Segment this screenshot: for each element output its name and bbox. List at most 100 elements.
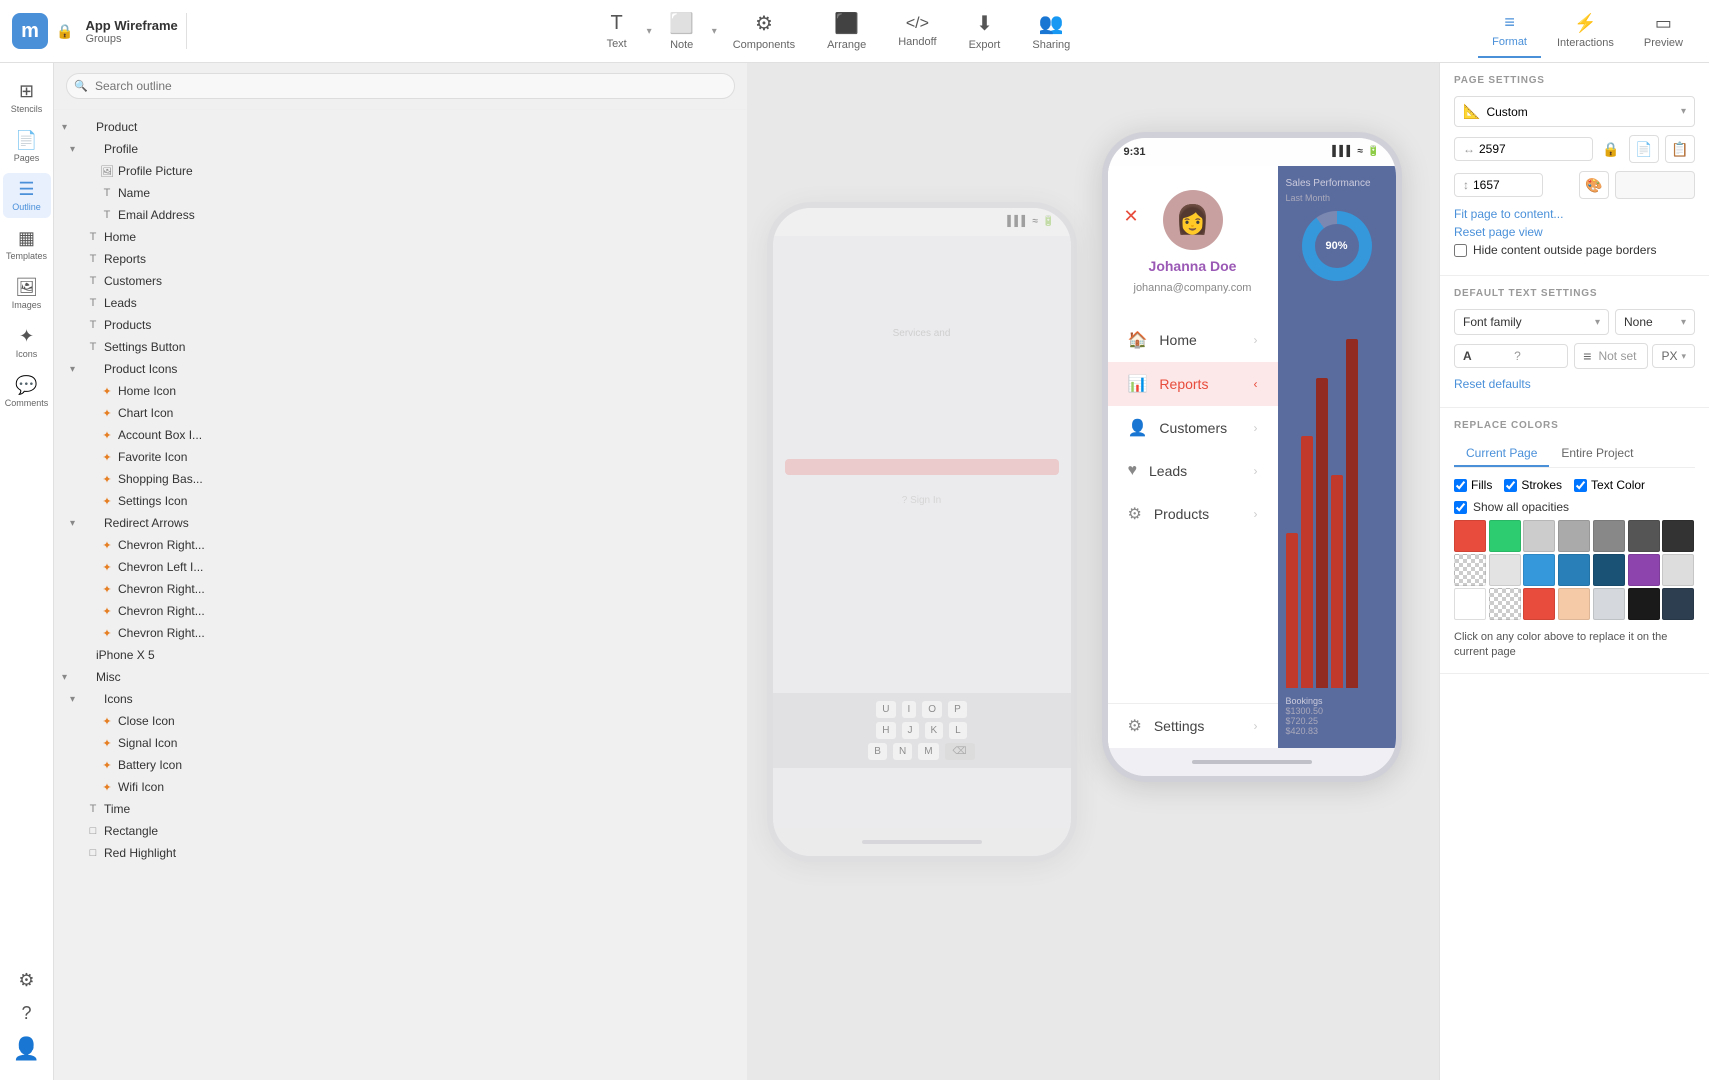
tree-item-chevron-r2[interactable]: ✦ Chevron Right...	[54, 578, 747, 600]
tree-item-chevron-r4[interactable]: ✦ Chevron Right...	[54, 622, 747, 644]
tree-item-email[interactable]: T Email Address	[54, 204, 747, 226]
tree-item-chevron-r3[interactable]: ✦ Chevron Right...	[54, 600, 747, 622]
tree-item-product-icons[interactable]: ▾ Product Icons	[54, 358, 747, 380]
tree-item-red-highlight[interactable]: □ Red Highlight	[54, 842, 747, 864]
color-input-box[interactable]	[1615, 171, 1695, 199]
color-swatch-green[interactable]	[1489, 520, 1521, 552]
tree-item-chevron-l[interactable]: ✦ Chevron Left I...	[54, 556, 747, 578]
nav-avatar[interactable]: 👤	[3, 1030, 51, 1068]
tree-item-home[interactable]: T Home	[54, 226, 747, 248]
tree-item-signal-icon[interactable]: ✦ Signal Icon	[54, 732, 747, 754]
menu-item-customers[interactable]: 👤 Customers ›	[1108, 406, 1278, 450]
width-input[interactable]	[1479, 142, 1584, 156]
tool-text[interactable]: T Text	[587, 4, 647, 58]
tree-item-profile[interactable]: ▾ Profile	[54, 138, 747, 160]
color-swatch-gray2[interactable]	[1558, 520, 1590, 552]
tree-item-shopping-bas[interactable]: ✦ Shopping Bas...	[54, 468, 747, 490]
nav-templates[interactable]: ▦ Templates	[3, 222, 51, 267]
font-style-select[interactable]: None ▾	[1615, 309, 1695, 335]
tree-item-customers[interactable]: T Customers	[54, 270, 747, 292]
color-swatch-gray1[interactable]	[1523, 520, 1555, 552]
portrait-btn[interactable]: 📄	[1629, 135, 1659, 163]
fills-checkbox[interactable]	[1454, 479, 1467, 492]
strokes-checkbox[interactable]	[1504, 479, 1517, 492]
tool-handoff[interactable]: </> Handoff	[882, 7, 952, 56]
tool-export[interactable]: ⬇ Export	[953, 3, 1017, 59]
height-input[interactable]	[1473, 178, 1534, 192]
color-swatch-purple[interactable]	[1628, 554, 1660, 586]
tree-item-settings-icon[interactable]: ✦ Settings Icon	[54, 490, 747, 512]
color-swatch-darknavy[interactable]	[1662, 588, 1694, 620]
tree-item-time[interactable]: T Time	[54, 798, 747, 820]
tool-components[interactable]: ⚙ Components	[717, 3, 811, 59]
size-preset-select[interactable]: 📐 Custom ▾	[1454, 96, 1695, 127]
menu-item-products[interactable]: ⚙ Products ›	[1108, 492, 1278, 536]
brand-logo[interactable]: m	[12, 13, 48, 49]
tree-item-rectangle[interactable]: □ Rectangle	[54, 820, 747, 842]
color-swatch-white[interactable]	[1454, 588, 1486, 620]
entire-project-tab[interactable]: Entire Project	[1549, 441, 1645, 467]
color-swatch-lightgray[interactable]	[1662, 554, 1694, 586]
line-height-unit-box[interactable]: PX ▾	[1652, 344, 1695, 368]
font-family-select[interactable]: Font family ▾	[1454, 309, 1609, 335]
tree-item-wifi-icon[interactable]: ✦ Wifi Icon	[54, 776, 747, 798]
menu-item-settings[interactable]: ⚙ Settings ›	[1108, 703, 1278, 748]
color-swatch-silver[interactable]	[1593, 588, 1625, 620]
tree-item-redirect-arrows[interactable]: ▾ Redirect Arrows	[54, 512, 747, 534]
tree-item-chevron-r1[interactable]: ✦ Chevron Right...	[54, 534, 747, 556]
menu-item-reports[interactable]: 📊 Reports ‹	[1108, 362, 1278, 406]
color-swatch-red2[interactable]	[1523, 588, 1555, 620]
nav-help[interactable]: ?	[3, 997, 51, 1030]
tree-item-products[interactable]: T Products	[54, 314, 747, 336]
font-size-input[interactable]	[1476, 349, 1560, 363]
tree-item-favorite-icon[interactable]: ✦ Favorite Icon	[54, 446, 747, 468]
nav-stencils[interactable]: ⊞ Stencils	[3, 75, 51, 120]
nav-images[interactable]: 🖼 Images	[3, 271, 51, 316]
color-swatch-transparent1[interactable]	[1454, 554, 1486, 586]
current-page-tab[interactable]: Current Page	[1454, 441, 1549, 467]
tool-note[interactable]: ⬜ Note	[652, 3, 712, 59]
tree-item-home-icon[interactable]: ✦ Home Icon	[54, 380, 747, 402]
tree-item-name[interactable]: T Name	[54, 182, 747, 204]
tool-arrange[interactable]: ⬛ Arrange	[811, 3, 882, 59]
interactions-btn[interactable]: ⚡ Interactions	[1543, 5, 1628, 57]
color-swatch-dark2[interactable]	[1662, 520, 1694, 552]
reset-view-link[interactable]: Reset page view	[1454, 225, 1695, 239]
tree-item-product[interactable]: ▾ Product	[54, 116, 747, 138]
format-btn[interactable]: ≡ Format	[1478, 4, 1541, 58]
color-swatch-black[interactable]	[1628, 588, 1660, 620]
color-swatch-blue1[interactable]	[1523, 554, 1555, 586]
tree-item-iphone-x5[interactable]: iPhone X 5	[54, 644, 747, 666]
preview-btn[interactable]: ▭ Preview	[1630, 5, 1697, 57]
tree-item-battery-icon[interactable]: ✦ Battery Icon	[54, 754, 747, 776]
color-swatch-blue2[interactable]	[1558, 554, 1590, 586]
text-color-checkbox[interactable]	[1574, 479, 1587, 492]
tree-item-icons-group[interactable]: ▾ Icons	[54, 688, 747, 710]
color-swatch-red[interactable]	[1454, 520, 1486, 552]
menu-item-leads[interactable]: ♥ Leads ›	[1108, 450, 1278, 492]
nav-settings[interactable]: ⚙	[3, 964, 51, 997]
nav-outline[interactable]: ☰ Outline	[3, 173, 51, 218]
color-swatch-gray3[interactable]	[1593, 520, 1625, 552]
color-swatch-dark1[interactable]	[1628, 520, 1660, 552]
color-swatch-navy[interactable]	[1593, 554, 1625, 586]
menu-item-home[interactable]: 🏠 Home ›	[1108, 318, 1278, 362]
tool-sharing[interactable]: 👥 Sharing	[1016, 3, 1086, 59]
tree-item-account-box[interactable]: ✦ Account Box I...	[54, 424, 747, 446]
nav-icons[interactable]: ✦ Icons	[3, 320, 51, 365]
tree-item-misc[interactable]: ▾ Misc	[54, 666, 747, 688]
tree-item-chart-icon[interactable]: ✦ Chart Icon	[54, 402, 747, 424]
landscape-btn[interactable]: 📋	[1665, 135, 1695, 163]
tree-item-settings-btn[interactable]: T Settings Button	[54, 336, 747, 358]
nav-comments[interactable]: 💬 Comments	[3, 369, 51, 414]
search-input[interactable]	[66, 73, 735, 99]
color-swatch-peach[interactable]	[1558, 588, 1590, 620]
fit-page-link[interactable]: Fit page to content...	[1454, 207, 1695, 221]
lock-button[interactable]: 🔒	[1599, 137, 1623, 161]
color-swatch-transparent2[interactable]	[1489, 588, 1521, 620]
color-picker-btn[interactable]: 🎨	[1579, 171, 1609, 199]
nav-pages[interactable]: 📄 Pages	[3, 124, 51, 169]
tree-item-reports[interactable]: T Reports	[54, 248, 747, 270]
tree-item-close-icon[interactable]: ✦ Close Icon	[54, 710, 747, 732]
show-all-checkbox[interactable]	[1454, 501, 1467, 514]
